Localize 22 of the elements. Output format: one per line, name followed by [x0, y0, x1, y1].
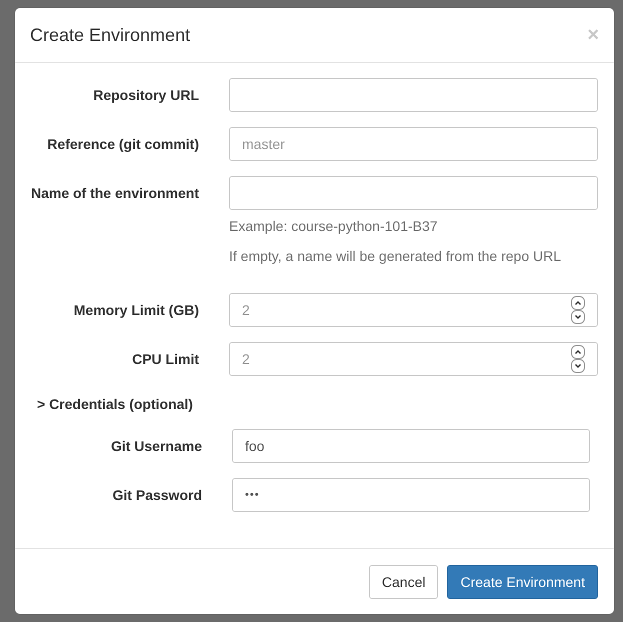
text-field[interactable]	[229, 176, 598, 210]
field-label: Repository URL	[92, 86, 199, 105]
password-field[interactable]: •••	[232, 478, 590, 512]
field-label: Reference (git commit)	[46, 135, 199, 154]
dialog-title: Create Environment	[30, 24, 190, 46]
field-label: CPU Limit	[131, 350, 199, 369]
text-field[interactable]: master	[229, 127, 598, 161]
text-field[interactable]	[229, 78, 598, 112]
help-text: If empty, a name will be generated from the repo URL	[229, 247, 562, 266]
help-text: Example: course-python-101-B37	[229, 217, 439, 236]
cancel-button[interactable]: Cancel	[368, 564, 438, 598]
spinner-icon[interactable]	[571, 296, 585, 324]
field-label: Git Username	[110, 437, 202, 456]
field-label: Name of the environment	[30, 184, 199, 203]
number-field[interactable]: 2	[229, 342, 598, 376]
text-field[interactable]: foo	[232, 429, 590, 463]
create-button[interactable]: Create Environment	[447, 564, 598, 598]
credentials-toggle[interactable]: > Credentials (optional)	[37, 396, 193, 412]
field-label: Git Password	[112, 486, 202, 505]
spinner-icon[interactable]	[571, 345, 585, 373]
field-label: Memory Limit (GB)	[72, 301, 199, 320]
number-field[interactable]: 2	[229, 293, 598, 327]
